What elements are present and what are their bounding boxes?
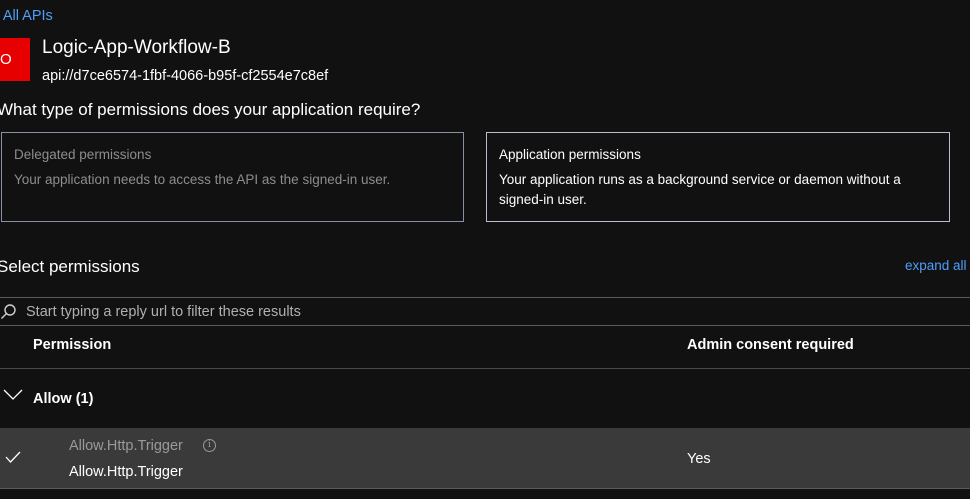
api-avatar: O	[0, 38, 30, 81]
column-header-permission: Permission	[33, 337, 112, 353]
delegated-permissions-title: Delegated permissions	[14, 147, 152, 162]
admin-consent-value: Yes	[687, 451, 711, 467]
expand-all-link[interactable]: expand all	[905, 258, 967, 273]
api-name: Logic-App-Workflow-B	[42, 37, 231, 58]
application-permissions-description: Your application runs as a background se…	[499, 172, 901, 207]
permission-group-label: Allow (1)	[33, 391, 94, 407]
search-icon	[1, 303, 16, 319]
application-permissions-title: Application permissions	[499, 147, 641, 162]
permission-group-row[interactable]	[0, 378, 970, 422]
application-permissions-card[interactable]: Application permissions Your application…	[486, 132, 950, 222]
row-divider	[0, 488, 970, 489]
checkmark-icon[interactable]	[5, 450, 21, 464]
select-permissions-heading: Select permissions	[0, 257, 140, 276]
permission-type-question: What type of permissions does your appli…	[0, 100, 421, 119]
filter-input[interactable]	[24, 302, 828, 321]
header-divider	[0, 368, 970, 369]
filter-bar	[0, 297, 970, 326]
delegated-permissions-card[interactable]: Delegated permissions Your application n…	[1, 132, 464, 222]
chevron-down-icon[interactable]	[3, 388, 23, 402]
api-avatar-text: O	[0, 51, 12, 68]
permission-name: Allow.Http.Trigger	[69, 438, 183, 454]
back-to-all-apis-link[interactable]: ‹All APIs	[0, 8, 53, 24]
permission-description: Allow.Http.Trigger	[69, 464, 183, 480]
delegated-permissions-description: Your application needs to access the API…	[14, 172, 391, 187]
column-header-admin-consent: Admin consent required	[687, 337, 854, 353]
info-icon[interactable]: i	[203, 439, 216, 452]
api-uri: api://d7ce6574-1fbf-4066-b95f-cf2554e7c8…	[42, 68, 329, 84]
back-link-label: All APIs	[2, 8, 53, 24]
